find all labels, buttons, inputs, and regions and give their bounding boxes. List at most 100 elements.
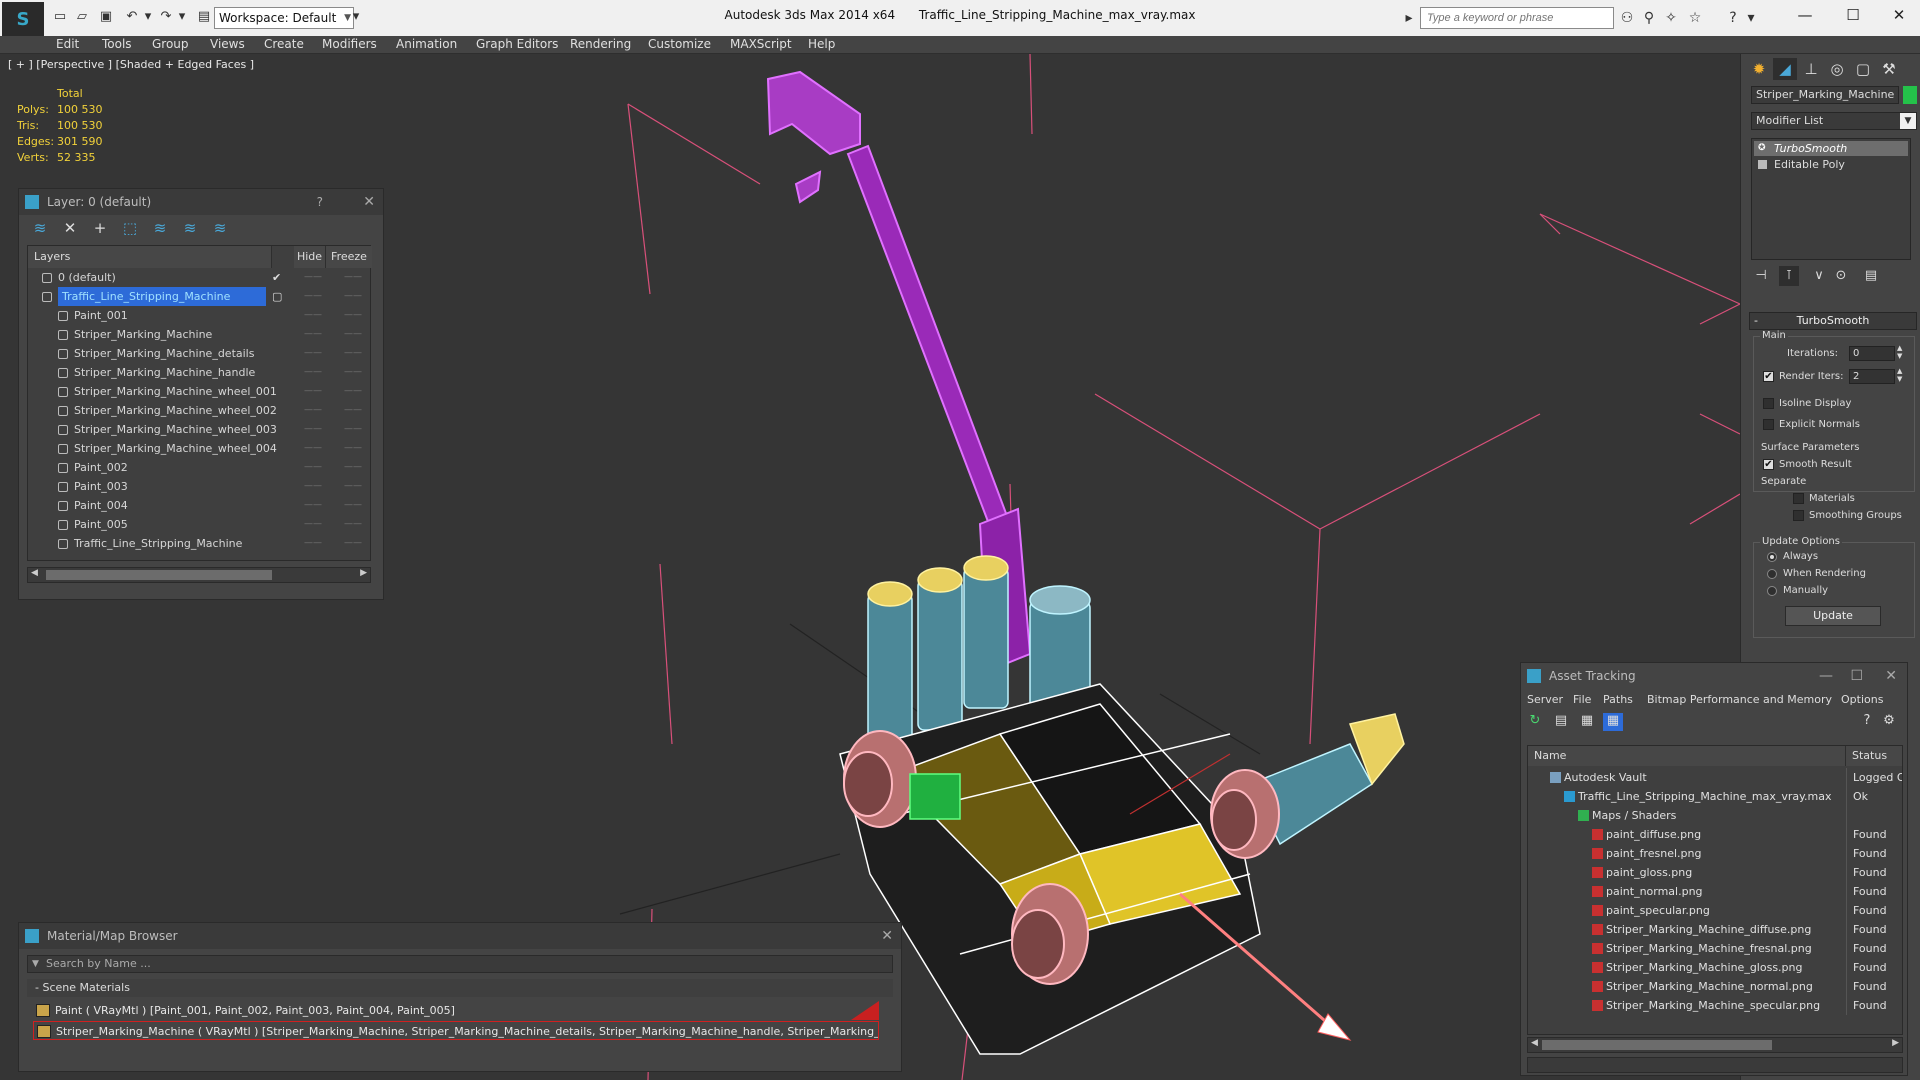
layer-row[interactable]: Paint_002 —— —— [28,458,372,477]
hide-toggle[interactable]: —— [304,496,322,515]
create-tab-icon[interactable]: ✹ [1747,58,1771,80]
asset-row[interactable]: Striper_Marking_Machine_specular.png Foun… [1528,996,1902,1015]
refresh-icon[interactable]: ↻ [1525,713,1545,731]
manually-radio[interactable] [1767,586,1777,596]
redo-dropdown-icon[interactable]: ▾ [174,9,190,25]
hide-toggle[interactable]: —— [304,268,322,287]
keyword-search-input[interactable] [1420,7,1614,29]
update-button[interactable]: Update [1785,606,1881,626]
asset-row[interactable]: Autodesk Vault Logged O [1528,768,1902,787]
workspace-dropdown[interactable]: Workspace: Default ▼ [214,7,354,29]
menu-views[interactable]: Views [210,37,245,51]
hide-toggle[interactable]: —— [304,477,322,496]
menu-group[interactable]: Group [152,37,189,51]
render-iters-checkbox[interactable]: ✔ [1763,371,1774,382]
delete-layer-icon[interactable]: ✕ [59,219,81,239]
add-to-layer-icon[interactable]: + [89,219,111,239]
modify-tab-icon[interactable]: ◢ [1773,58,1797,80]
spinner-arrows-icon[interactable]: ▲ ▼ [1897,344,1902,360]
binoculars-icon[interactable]: ⚇ [1618,10,1636,26]
menu-modifiers[interactable]: Modifiers [322,37,377,51]
new-file-icon[interactable]: ▭ [52,9,68,25]
pin-stack-icon[interactable]: ⊣ [1751,266,1771,286]
freeze-toggle[interactable]: —— [344,363,362,382]
close-icon[interactable]: ✕ [1885,663,1897,689]
layer-row[interactable]: Striper_Marking_Machine_wheel_004 —— —— [28,439,372,458]
undo-dropdown-icon[interactable]: ▾ [140,9,156,25]
asset-row[interactable]: Striper_Marking_Machine_diffuse.png Found [1528,920,1902,939]
menu-edit[interactable]: Edit [56,37,79,51]
options-dropdown-icon[interactable]: ▼ [32,956,39,972]
select-objects-icon[interactable]: ⬚ [119,219,141,239]
explicit-normals-checkbox[interactable] [1763,419,1774,430]
thumbnail-view-icon[interactable]: ▦ [1577,713,1597,731]
layer-row[interactable]: Paint_001 —— —— [28,306,372,325]
open-file-icon[interactable]: ▱ [74,9,90,25]
hide-toggle[interactable]: —— [304,344,322,363]
freeze-toggle[interactable]: —— [344,420,362,439]
layer-row[interactable]: Striper_Marking_Machine_wheel_001 —— —— [28,382,372,401]
close-button[interactable]: ✕ [1884,6,1914,24]
hide-toggle[interactable]: —— [304,306,322,325]
hide-toggle[interactable]: —— [304,363,322,382]
asset-menu-bitmap[interactable]: Bitmap Performance and Memory [1647,693,1832,706]
layer-panel-titlebar[interactable]: Layer: 0 (default) ? ✕ [19,189,383,215]
communication-center-icon[interactable]: ✧ [1662,10,1680,26]
menu-rendering[interactable]: Rendering [570,37,631,51]
options-icon[interactable]: ⚙ [1879,713,1899,731]
help-icon[interactable]: ? [1724,10,1742,26]
hide-toggle[interactable]: —— [304,439,322,458]
asset-row[interactable]: paint_gloss.png Found [1528,863,1902,882]
hide-toggle[interactable]: —— [304,420,322,439]
lightbulb-icon[interactable]: ✪ [1758,141,1767,153]
materials-checkbox[interactable] [1793,493,1804,504]
expand-icon[interactable] [1758,160,1767,169]
hide-all-icon[interactable]: ≋ [179,219,201,239]
asset-row[interactable]: paint_diffuse.png Found [1528,825,1902,844]
layer-row[interactable]: Striper_Marking_Machine_details —— —— [28,344,372,363]
current-layer-checkmark[interactable]: ▢ [272,287,282,306]
hide-toggle[interactable]: —— [304,382,322,401]
minimize-icon[interactable]: — [1819,663,1833,689]
asset-row[interactable]: paint_fresnel.png Found [1528,844,1902,863]
menu-maxscript[interactable]: MAXScript [730,37,792,51]
freeze-toggle[interactable]: —— [344,439,362,458]
asset-row[interactable]: Striper_Marking_Machine_normal.png Found [1528,977,1902,996]
menu-animation[interactable]: Animation [396,37,457,51]
asset-menu-options[interactable]: Options [1841,693,1883,706]
when-rendering-radio[interactable] [1767,569,1777,579]
scroll-right-icon[interactable]: ▶ [1892,1038,1899,1048]
freeze-toggle[interactable]: —— [344,515,362,534]
stack-item-editable-poly[interactable]: Editable Poly [1754,157,1908,172]
scroll-thumb[interactable] [46,570,272,580]
scroll-thumb[interactable] [1542,1040,1772,1050]
material-search-field[interactable]: ▼ Search by Name ... [27,955,893,973]
menu-tools[interactable]: Tools [102,37,132,51]
menu-graph-editors[interactable]: Graph Editors [476,37,558,51]
asset-row[interactable]: Striper_Marking_Machine_fresnal.png Found [1528,939,1902,958]
viewport-label[interactable]: [ + ] [Perspective ] [Shaded + Edged Fac… [8,58,254,71]
show-end-result-icon[interactable]: ⊺ [1779,266,1799,286]
freeze-toggle[interactable]: —— [344,382,362,401]
layer-row[interactable]: Traffic_Line_Stripping_Machine —— —— [28,534,372,553]
quick-access-more-icon[interactable]: ▾ [348,9,364,25]
asset-menu-file[interactable]: File [1573,693,1591,706]
column-layers[interactable]: Layers [28,246,272,268]
always-radio[interactable] [1767,552,1777,562]
scene-materials-section[interactable]: - Scene Materials [27,979,893,997]
highlight-layer-icon[interactable]: ≋ [149,219,171,239]
freeze-toggle[interactable]: —— [344,477,362,496]
asset-tracking-titlebar[interactable]: Asset Tracking — ☐ ✕ [1521,663,1907,689]
freeze-toggle[interactable]: —— [344,401,362,420]
spinner-arrows-icon[interactable]: ▲ ▼ [1897,367,1902,383]
stack-item-turbosmooth[interactable]: ✪ TurboSmooth [1754,141,1908,156]
minimize-button[interactable]: — [1790,6,1820,24]
material-row[interactable]: Paint ( VRayMtl ) [Paint_001, Paint_002,… [33,1001,879,1020]
subscription-key-icon[interactable]: ⚲ [1640,10,1658,26]
layer-horizontal-scrollbar[interactable]: ◀ ▶ [27,567,371,583]
help-dropdown-icon[interactable]: ▾ [1742,10,1760,26]
remove-modifier-icon[interactable]: ⊙ [1831,266,1851,286]
project-folder-icon[interactable]: ▤ [196,9,212,25]
maximize-button[interactable]: ☐ [1838,6,1868,24]
freeze-toggle[interactable]: —— [344,287,362,306]
